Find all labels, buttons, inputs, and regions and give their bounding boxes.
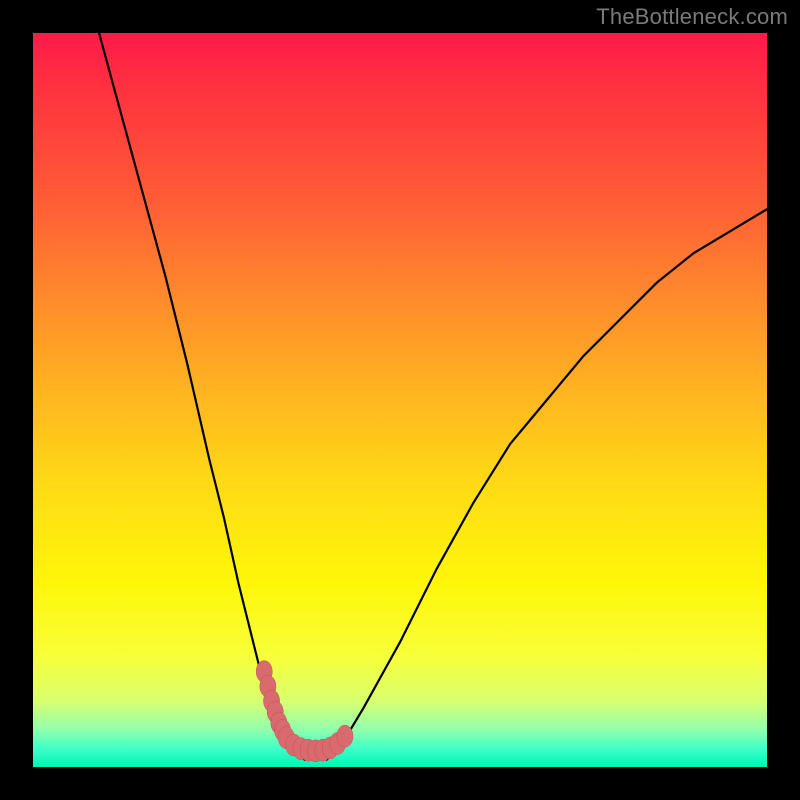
plot-area [33,33,767,767]
left-falling-curve [99,33,305,760]
watermark-text: TheBottleneck.com [596,4,788,30]
right-rising-curve [327,209,767,760]
curves-layer [33,33,767,767]
valley-markers-group [256,661,353,762]
chart-frame: TheBottleneck.com [0,0,800,800]
valley-marker [337,725,353,747]
